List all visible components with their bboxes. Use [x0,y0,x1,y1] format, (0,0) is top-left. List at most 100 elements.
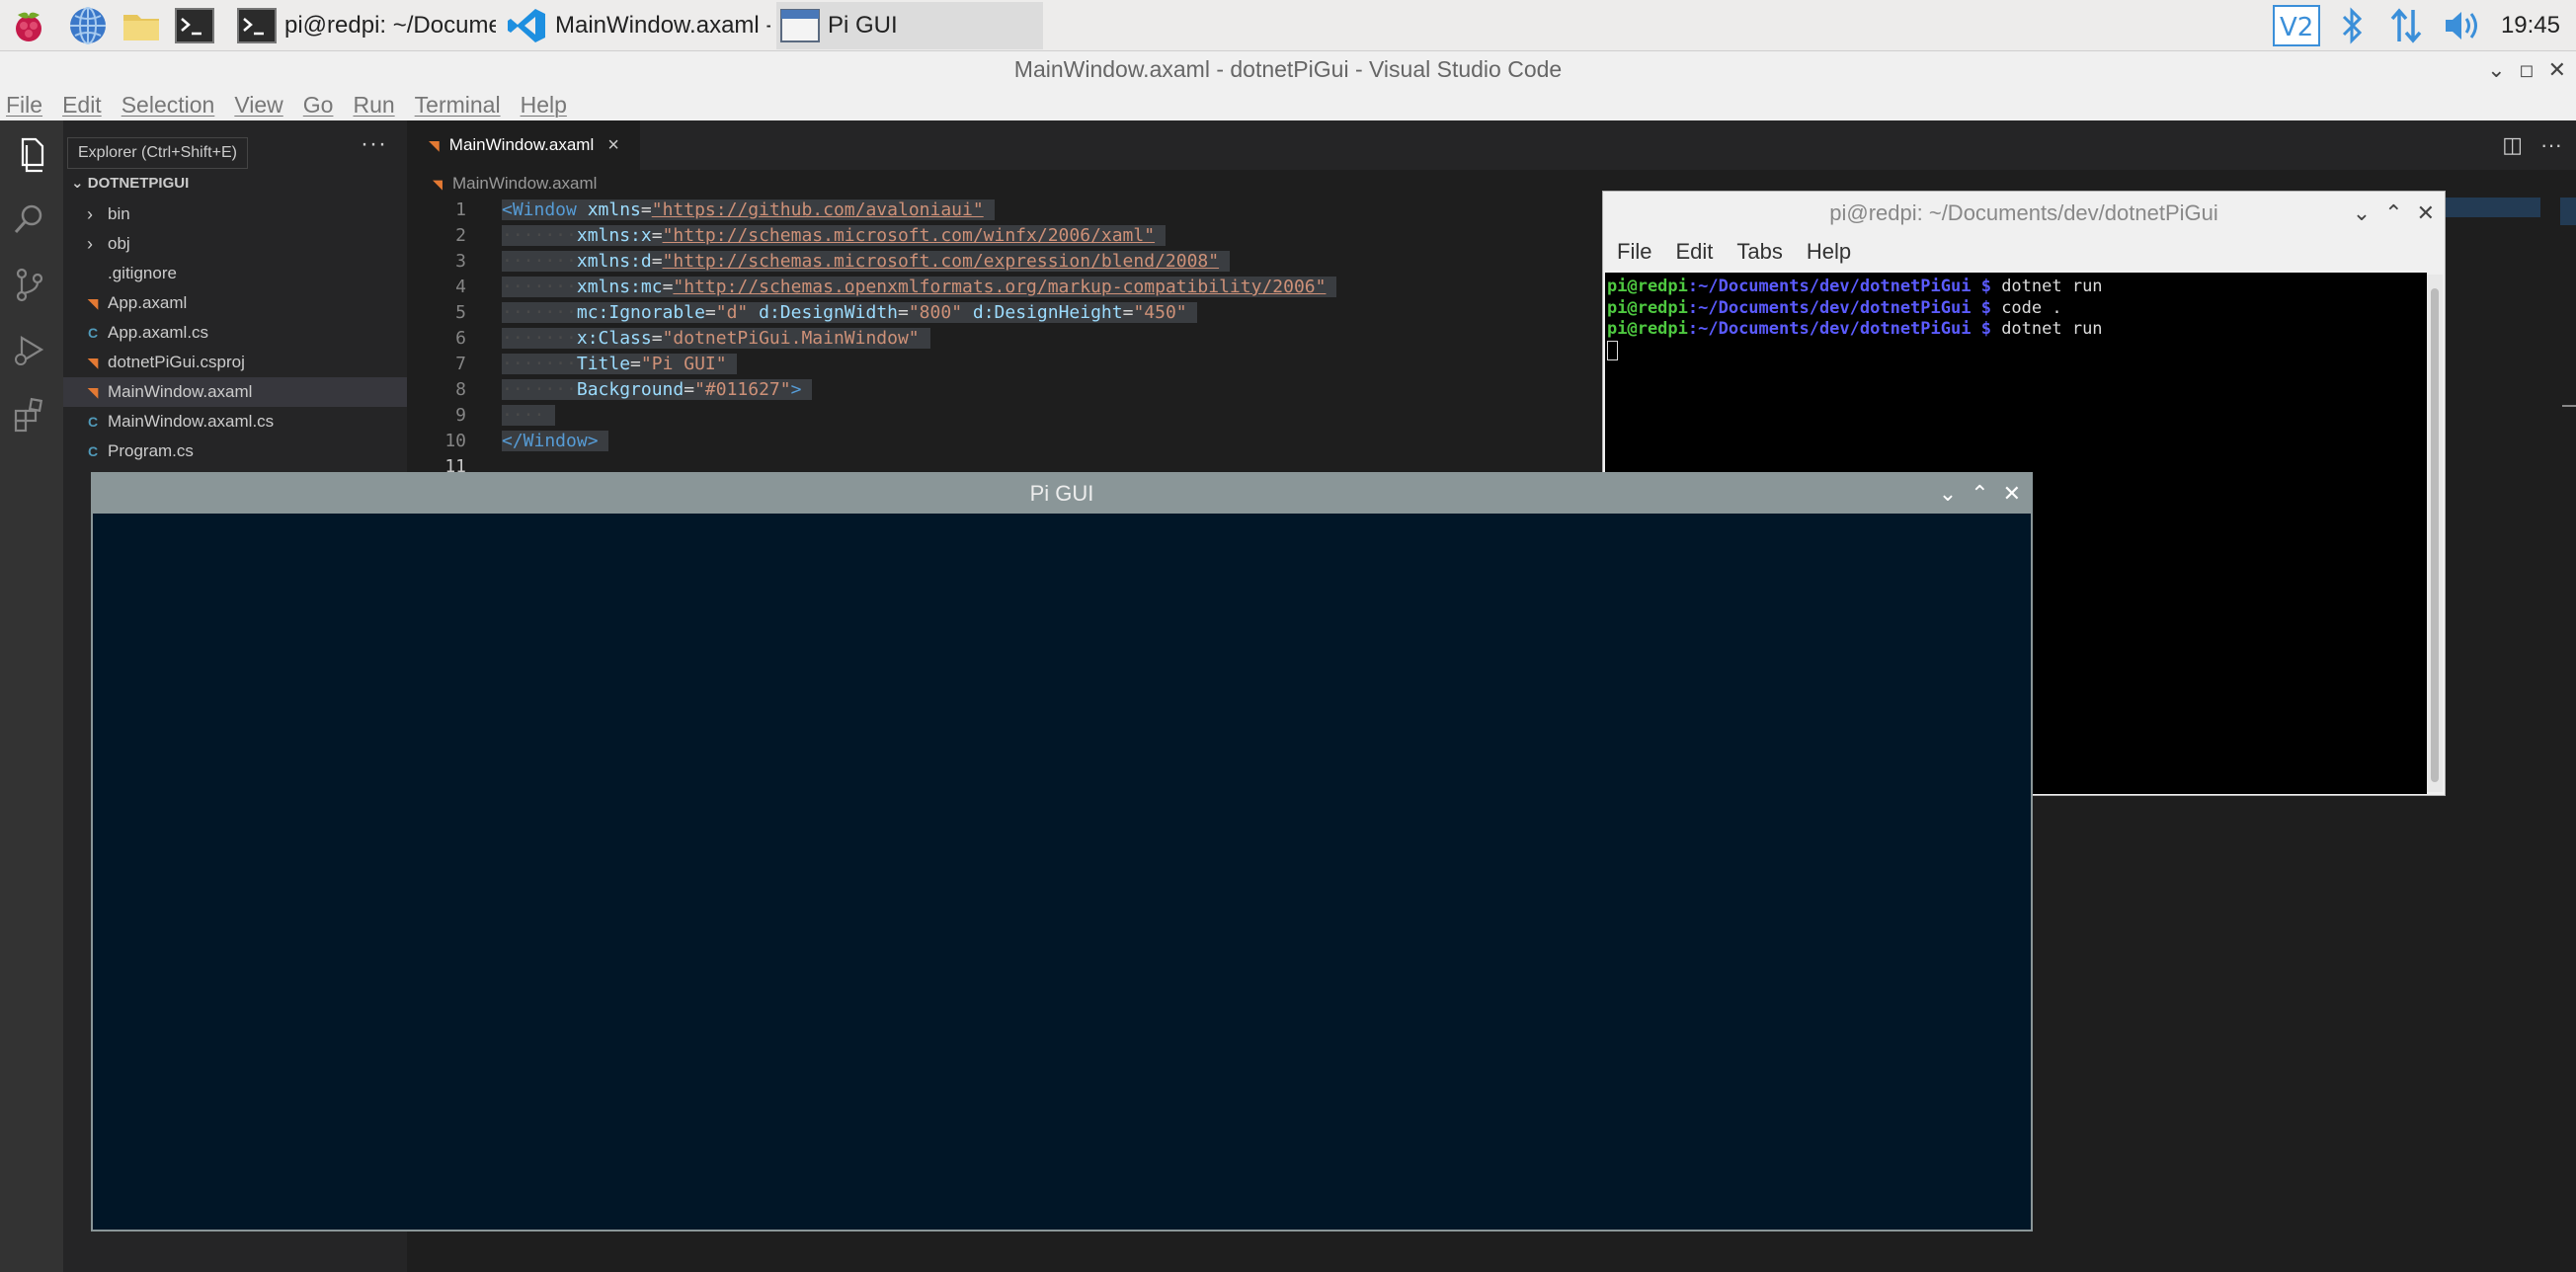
code-line: ···· [502,403,1336,429]
tree-item-label: bin [108,204,130,223]
line-number: 9 [455,405,466,426]
bluetooth-icon[interactable] [2337,4,2367,47]
tree-item-file[interactable]: C MainWindow.axaml.cs [63,407,407,437]
minimize-icon[interactable]: ⌄ [2487,52,2505,88]
tree-item-folder[interactable]: › bin [63,199,407,229]
rss-file-icon: ◥ [87,355,99,370]
chevron-right-icon: › [87,233,93,254]
pigui-title-bar[interactable]: Pi GUI ⌄ ⌃ ✕ [93,474,2031,514]
tab-mainwindow-axaml[interactable]: ◥ MainWindow.axaml × [407,120,640,170]
file-tree: › bin › obj .gitignore ◥ App.axaml C App… [63,199,407,466]
explorer-icon[interactable] [10,134,49,174]
taskbar-item-label: Pi GUI [828,12,898,39]
tree-item-label: .gitignore [108,264,177,282]
terminal-launcher-icon[interactable] [174,5,215,46]
scrollbar-thumb[interactable] [2431,288,2439,782]
rss-file-icon: ◥ [87,384,99,400]
code-line: <Window xmlns="https://github.com/avalon… [502,198,1336,223]
tree-item-label: App.axaml [108,293,188,312]
tree-item-file-selected[interactable]: ◥ MainWindow.axaml [63,377,407,407]
taskbar-item-terminal[interactable]: pi@redpi: ~/Docume... [233,2,496,49]
network-icon[interactable] [2388,4,2424,47]
taskbar: pi@redpi: ~/Docume... MainWindow.axaml -… [0,0,2576,51]
pigui-window: Pi GUI ⌄ ⌃ ✕ [91,472,2033,1232]
taskbar-item-pigui[interactable]: Pi GUI [776,2,1043,49]
scrollbar-marker [2562,405,2576,407]
svg-text:V2: V2 [2280,13,2313,42]
tree-item-label: dotnetPiGui.csproj [108,353,245,371]
tree-item-file[interactable]: C Program.cs [63,437,407,466]
menu-bar: File Edit Selection View Go Run Terminal… [0,89,2576,120]
taskbar-item-vscode[interactable]: MainWindow.axaml -... [504,2,770,49]
breadcrumb-item[interactable]: MainWindow.axaml [452,174,597,193]
menu-file[interactable]: File [1617,239,1651,265]
close-icon[interactable]: ✕ [2003,474,2021,514]
editor-actions: ◫ ··· [2502,132,2562,158]
explorer-tooltip: Explorer (Ctrl+Shift+E) [67,137,248,169]
menu-help[interactable]: Help [1807,239,1851,265]
rss-file-icon: ◥ [429,136,440,153]
close-icon[interactable]: ✕ [2417,200,2435,226]
line-number: 3 [455,251,466,272]
menu-file[interactable]: File [6,92,42,119]
code-line: ·······xmlns:x="http://schemas.microsoft… [502,223,1336,249]
terminal-menu-bar: File Edit Tabs Help [1603,235,2445,269]
minimize-icon[interactable]: ⌄ [1939,474,1957,514]
tree-item-label: Program.cs [108,441,194,460]
search-icon[interactable] [10,199,49,239]
tree-item-file[interactable]: C App.axaml.cs [63,318,407,348]
line-number: 1 [455,199,466,220]
code-line: ·······mc:Ignorable="d" d:DesignWidth="8… [502,300,1336,326]
tree-item-label: MainWindow.axaml [108,382,253,401]
terminal-scrollbar[interactable] [2427,275,2443,792]
menu-go[interactable]: Go [303,92,334,119]
terminal-cursor-line [1607,340,2427,362]
volume-icon[interactable] [2442,4,2481,47]
vscode-icon [508,9,545,42]
minimize-icon[interactable]: ⌄ [2353,200,2371,226]
pigui-client-area[interactable] [93,514,2031,1230]
code-line: ·······Title="Pi GUI" [502,352,1336,377]
maximize-icon[interactable]: ⌃ [1971,474,1988,514]
menu-selection[interactable]: Selection [121,92,215,119]
tree-item-label: obj [108,234,130,253]
line-number-gutter: 1 2 3 4 5 6 7 8 9 10 11 [407,198,478,480]
maximize-icon[interactable]: ◻ [2520,52,2535,88]
clock[interactable]: 19:45 [2501,0,2560,51]
line-number: 10 [444,431,466,451]
more-actions-icon[interactable]: ··· [2540,132,2562,158]
split-editor-icon[interactable]: ◫ [2502,132,2523,158]
run-debug-icon[interactable] [10,330,49,369]
terminal-icon [237,8,277,43]
tree-item-file[interactable]: ◥ dotnetPiGui.csproj [63,348,407,377]
file-manager-icon[interactable] [121,5,162,46]
close-icon[interactable]: ✕ [2548,52,2566,88]
tree-item-folder[interactable]: › obj [63,229,407,259]
maximize-icon[interactable]: ⌃ [2384,200,2402,226]
menu-edit[interactable]: Edit [1675,239,1713,265]
menu-view[interactable]: View [234,92,282,119]
window-title: Pi GUI [1029,481,1094,506]
menu-edit[interactable]: Edit [62,92,102,119]
source-control-icon[interactable] [10,265,49,304]
tree-item-file[interactable]: .gitignore [63,259,407,288]
raspberry-menu-icon[interactable] [8,5,49,46]
tab-label: MainWindow.axaml [448,135,595,154]
vnc-icon[interactable]: V2 [2272,4,2321,47]
extensions-icon[interactable] [10,395,49,435]
taskbar-item-label: pi@redpi: ~/Docume... [284,12,496,39]
menu-tabs[interactable]: Tabs [1736,239,1782,265]
scrollbar-thumb[interactable] [2560,198,2576,225]
project-section-header[interactable]: ⌄ DOTNETPIGUI [71,174,189,192]
code-line: </Window> [502,429,1336,454]
tree-item-file[interactable]: ◥ App.axaml [63,288,407,318]
menu-help[interactable]: Help [521,92,567,119]
menu-run[interactable]: Run [353,92,394,119]
browser-icon[interactable] [67,5,109,46]
menu-terminal[interactable]: Terminal [415,92,501,119]
code-content: <Window xmlns="https://github.com/avalon… [502,198,1337,480]
close-tab-icon[interactable]: × [607,134,619,157]
activity-bar [0,120,63,1272]
more-actions-icon[interactable]: ··· [361,130,387,158]
text-cursor [1607,340,1618,360]
